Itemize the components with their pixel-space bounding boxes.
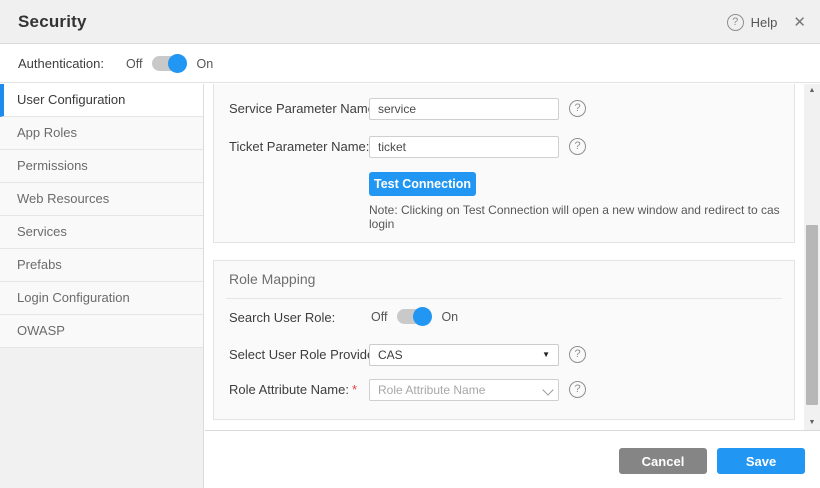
service-parameter-input[interactable]	[369, 98, 559, 120]
authentication-off-label: Off	[126, 57, 142, 71]
search-user-role-row: Search User Role: Off On	[214, 307, 794, 329]
search-user-role-off-label: Off	[371, 310, 387, 324]
sidebar-item-login-configuration[interactable]: Login Configuration	[0, 282, 203, 315]
security-settings-window: Security ? Help ✕ Authentication: Off On…	[0, 0, 820, 488]
sidebar-item-user-configuration[interactable]: User Configuration	[0, 84, 203, 117]
role-attribute-help-icon[interactable]: ?	[569, 381, 586, 398]
page-title: Security	[18, 0, 87, 44]
ticket-parameter-input[interactable]	[369, 136, 559, 158]
search-user-role-on-label: On	[441, 310, 458, 324]
authentication-on-label: On	[196, 57, 213, 71]
sidebar-item-services[interactable]: Services	[0, 216, 203, 249]
sidebar-item-prefabs[interactable]: Prefabs	[0, 249, 203, 282]
help-link[interactable]: Help	[751, 15, 778, 30]
toggle-knob	[413, 307, 432, 326]
test-connection-note: Note: Clicking on Test Connection will o…	[369, 203, 794, 231]
sidebar-item-web-resources[interactable]: Web Resources	[0, 183, 203, 216]
ticket-parameter-row: Ticket Parameter Name:* ?	[214, 136, 794, 158]
service-parameter-row: Service Parameter Name:* ?	[214, 98, 794, 120]
role-attribute-input[interactable]	[369, 379, 559, 401]
user-role-provider-help-icon[interactable]: ?	[569, 346, 586, 363]
footer: Cancel Save	[205, 430, 820, 488]
authentication-toggle[interactable]	[152, 56, 186, 71]
required-asterisk: *	[352, 382, 357, 397]
test-connection-button[interactable]: Test Connection	[369, 172, 476, 196]
sidebar: User Configuration App Roles Permissions…	[0, 84, 204, 488]
scroll-up-icon[interactable]: ▲	[804, 84, 820, 98]
authentication-toggle-group: Off On	[126, 56, 213, 71]
role-attribute-label: Role Attribute Name:*	[229, 379, 357, 401]
connection-panel: Service Parameter Name:* ? Ticket Parame…	[213, 84, 795, 243]
sidebar-item-app-roles[interactable]: App Roles	[0, 117, 203, 150]
user-role-provider-value: CAS	[378, 348, 403, 362]
close-icon[interactable]: ✕	[793, 13, 806, 31]
main-content: Service Parameter Name:* ? Ticket Parame…	[205, 84, 803, 430]
scroll-down-icon[interactable]: ▼	[804, 416, 820, 430]
user-role-provider-label: Select User Role Provider:	[229, 344, 382, 366]
search-user-role-label: Search User Role:	[229, 307, 335, 329]
help-icon[interactable]: ?	[727, 14, 744, 31]
service-parameter-label: Service Parameter Name:*	[229, 98, 387, 120]
ticket-parameter-help-icon[interactable]: ?	[569, 138, 586, 155]
sidebar-item-permissions[interactable]: Permissions	[0, 150, 203, 183]
authentication-label: Authentication:	[18, 56, 104, 71]
role-attribute-row: Role Attribute Name:* ?	[214, 379, 794, 401]
scrollbar-thumb[interactable]	[806, 225, 818, 405]
footer-buttons: Cancel Save	[619, 448, 805, 474]
user-role-provider-select[interactable]: CAS ▼	[369, 344, 559, 366]
sidebar-item-owasp[interactable]: OWASP	[0, 315, 203, 348]
toggle-knob	[168, 54, 187, 73]
search-user-role-toggle-group: Off On	[371, 309, 458, 324]
header-actions: ? Help ✕	[727, 0, 806, 44]
header: Security ? Help ✕	[0, 0, 820, 44]
search-user-role-toggle[interactable]	[397, 309, 431, 324]
role-mapping-title: Role Mapping	[226, 269, 782, 299]
vertical-scrollbar[interactable]: ▲ ▼	[804, 84, 820, 430]
role-mapping-panel: Role Mapping Search User Role: Off On Se…	[213, 260, 795, 420]
authentication-bar: Authentication: Off On	[0, 45, 820, 83]
save-button[interactable]: Save	[717, 448, 805, 474]
user-role-provider-row: Select User Role Provider: CAS ▼ ?	[214, 344, 794, 366]
ticket-parameter-label: Ticket Parameter Name:*	[229, 136, 377, 158]
cancel-button[interactable]: Cancel	[619, 448, 707, 474]
dropdown-arrow-icon: ▼	[542, 345, 550, 365]
service-parameter-help-icon[interactable]: ?	[569, 100, 586, 117]
